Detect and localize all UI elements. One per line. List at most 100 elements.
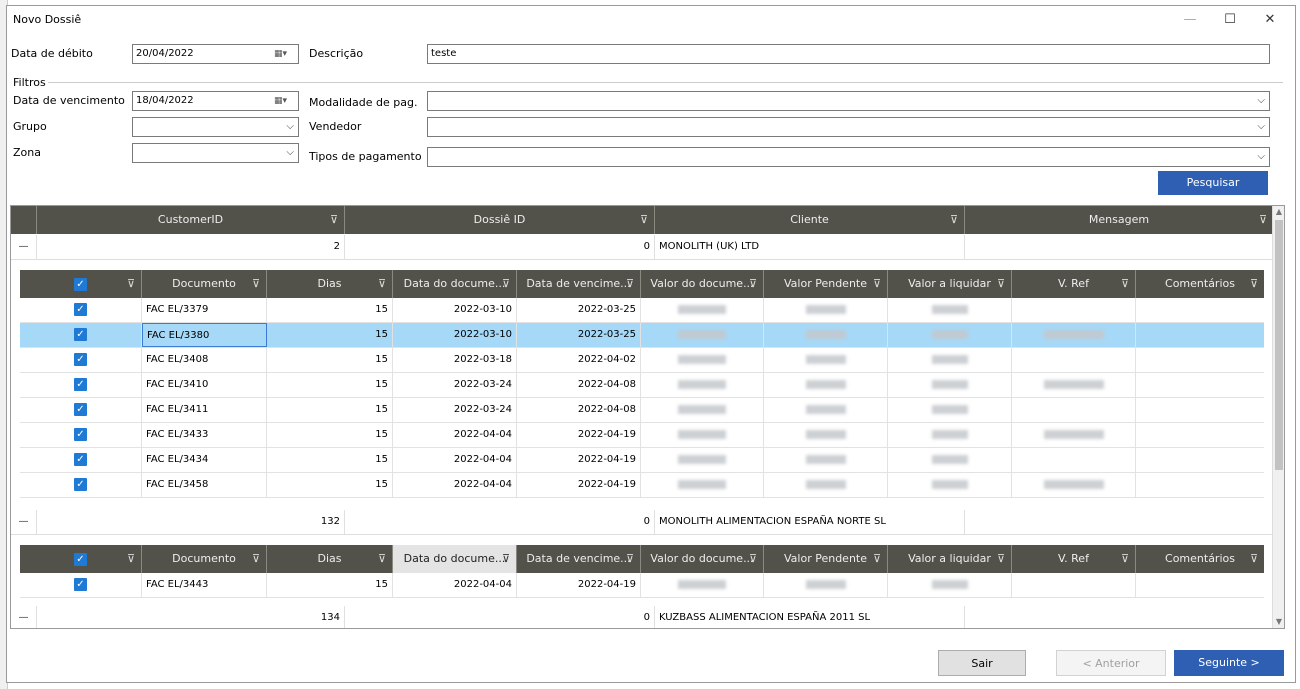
row-checkbox[interactable]: ✓ (74, 377, 87, 391)
table-row[interactable]: ✓ FAC EL/3433 15 2022-04-04 2022-04-19 (20, 423, 1264, 448)
exit-button[interactable]: Sair (938, 650, 1026, 676)
row-checkbox-cell[interactable]: ✓ (20, 373, 142, 397)
filter-icon[interactable]: ⊽ (950, 206, 958, 234)
column-header-due-date[interactable]: Data de vencime... ⊽ (517, 270, 641, 298)
column-header-dias[interactable]: Dias ⊽ (267, 545, 393, 573)
table-row[interactable]: ✓ FAC EL/3411 15 2022-03-24 2022-04-08 (20, 398, 1264, 423)
filter-icon[interactable]: ⊽ (626, 545, 634, 573)
row-checkbox[interactable]: ✓ (74, 577, 87, 591)
payment-mode-select[interactable]: ⌵ (427, 91, 1270, 111)
table-row[interactable]: ✓ FAC EL/3380 15 2022-03-10 2022-03-25 (20, 323, 1264, 348)
group-select[interactable]: ⌵ (132, 117, 299, 137)
column-header-comments[interactable]: Comentários ⊽ (1136, 270, 1264, 298)
table-row[interactable]: ✓ FAC EL/3408 15 2022-03-18 2022-04-02 (20, 348, 1264, 373)
column-header-vref[interactable]: V. Ref ⊽ (1012, 270, 1136, 298)
filter-icon[interactable]: ⊽ (1250, 545, 1258, 573)
filter-icon[interactable]: ⊽ (997, 270, 1005, 298)
select-all-header[interactable]: ✓ ⊽ (20, 270, 142, 298)
filter-icon[interactable]: ⊽ (997, 545, 1005, 573)
table-row-customer[interactable]: — 2 0 MONOLITH (UK) LTD (11, 235, 1273, 260)
column-header-due-date[interactable]: Data de vencime... ⊽ (517, 545, 641, 573)
filter-icon[interactable]: ⊽ (749, 270, 757, 298)
column-header-mensagem[interactable]: Mensagem ⊽ (965, 206, 1273, 234)
table-row[interactable]: ✓ FAC EL/3458 15 2022-04-04 2022-04-19 (20, 473, 1264, 498)
column-header-dossier-id[interactable]: Dossiê ID ⊽ (345, 206, 655, 234)
row-checkbox-cell[interactable]: ✓ (20, 473, 142, 497)
calendar-icon[interactable]: ▦▾ (274, 95, 294, 107)
table-row[interactable]: ✓ FAC EL/3379 15 2022-03-10 2022-03-25 (20, 298, 1264, 323)
column-header-doc-value[interactable]: Valor do docume... ⊽ (641, 545, 764, 573)
row-checkbox-cell[interactable]: ✓ (20, 448, 142, 472)
column-header-vref[interactable]: V. Ref ⊽ (1012, 545, 1136, 573)
row-checkbox-cell[interactable]: ✓ (20, 348, 142, 372)
select-all-header[interactable]: ✓ ⊽ (20, 545, 142, 573)
collapse-icon[interactable]: — (11, 606, 37, 628)
seller-select[interactable]: ⌵ (427, 117, 1270, 137)
filter-icon[interactable]: ⊽ (1121, 545, 1129, 573)
column-header-cliente[interactable]: Cliente ⊽ (655, 206, 965, 234)
row-checkbox[interactable]: ✓ (74, 327, 87, 341)
filter-icon[interactable]: ⊽ (252, 270, 260, 298)
row-checkbox[interactable]: ✓ (74, 427, 87, 441)
filter-icon[interactable]: ⊽ (502, 545, 510, 573)
column-header-pending[interactable]: Valor Pendente ⊽ (764, 545, 888, 573)
payment-types-select[interactable]: ⌵ (427, 147, 1270, 167)
row-checkbox-cell[interactable]: ✓ (20, 323, 142, 347)
row-checkbox-cell[interactable]: ✓ (20, 423, 142, 447)
column-header-customerid[interactable]: CustomerID ⊽ (37, 206, 345, 234)
table-row[interactable]: ✓ FAC EL/3410 15 2022-03-24 2022-04-08 (20, 373, 1264, 398)
description-field[interactable]: teste (427, 44, 1270, 64)
table-row-customer[interactable]: — 132 0 MONOLITH ALIMENTACION ESPAÑA NOR… (11, 510, 1273, 535)
column-header-doc-value[interactable]: Valor do docume... ⊽ (641, 270, 764, 298)
row-checkbox[interactable]: ✓ (74, 477, 87, 491)
filter-icon[interactable]: ⊽ (502, 270, 510, 298)
filter-icon[interactable]: ⊽ (378, 545, 386, 573)
next-button[interactable]: Seguinte > (1174, 650, 1284, 676)
debit-date-field[interactable]: 20/04/2022 ▦▾ (132, 44, 299, 64)
close-button[interactable]: ✕ (1250, 8, 1290, 32)
filter-icon[interactable]: ⊽ (1250, 270, 1258, 298)
filter-icon[interactable]: ⊽ (873, 545, 881, 573)
filter-icon[interactable]: ⊽ (626, 270, 634, 298)
maximize-button[interactable]: ☐ (1210, 8, 1250, 32)
scrollbar-thumb[interactable] (1275, 220, 1283, 470)
column-header-documento[interactable]: Documento ⊽ (142, 545, 267, 573)
due-date-field[interactable]: 18/04/2022 ▦▾ (132, 91, 299, 111)
column-header-documento[interactable]: Documento ⊽ (142, 270, 267, 298)
column-header-to-settle[interactable]: Valor a liquidar ⊽ (888, 545, 1012, 573)
select-all-checkbox[interactable]: ✓ (74, 277, 87, 291)
filter-icon[interactable]: ⊽ (873, 270, 881, 298)
filter-icon[interactable]: ⊽ (330, 206, 338, 234)
filter-icon[interactable]: ⊽ (749, 545, 757, 573)
column-header-doc-date[interactable]: Data do docume... ⊽ (393, 270, 517, 298)
row-checkbox[interactable]: ✓ (74, 302, 87, 316)
column-header-dias[interactable]: Dias ⊽ (267, 270, 393, 298)
column-header-pending[interactable]: Valor Pendente ⊽ (764, 270, 888, 298)
filter-icon[interactable]: ⊽ (1259, 206, 1267, 234)
filter-icon[interactable]: ⊽ (378, 270, 386, 298)
column-header-comments[interactable]: Comentários ⊽ (1136, 545, 1264, 573)
zone-select[interactable]: ⌵ (132, 143, 299, 163)
table-row-customer[interactable]: — 134 0 KUZBASS ALIMENTACION ESPAÑA 2011… (11, 606, 1273, 628)
search-button[interactable]: Pesquisar (1158, 171, 1268, 195)
collapse-icon[interactable]: — (11, 510, 37, 534)
vertical-scrollbar[interactable]: ▲ ▼ (1272, 206, 1284, 628)
collapse-icon[interactable]: — (11, 235, 37, 259)
row-checkbox-cell[interactable]: ✓ (20, 398, 142, 422)
calendar-icon[interactable]: ▦▾ (274, 48, 294, 60)
minimize-button[interactable]: — (1170, 8, 1210, 32)
table-row[interactable]: ✓ FAC EL/3443 15 2022-04-04 2022-04-19 (20, 573, 1264, 598)
row-checkbox-cell[interactable]: ✓ (20, 298, 142, 322)
row-checkbox[interactable]: ✓ (74, 452, 87, 466)
filter-icon[interactable]: ⊽ (127, 545, 135, 573)
previous-button[interactable]: < Anterior (1056, 650, 1166, 676)
row-checkbox[interactable]: ✓ (74, 402, 87, 416)
table-row[interactable]: ✓ FAC EL/3434 15 2022-04-04 2022-04-19 (20, 448, 1264, 473)
filter-icon[interactable]: ⊽ (1121, 270, 1129, 298)
filter-icon[interactable]: ⊽ (640, 206, 648, 234)
select-all-checkbox[interactable]: ✓ (74, 552, 87, 566)
scroll-up-icon[interactable]: ▲ (1273, 206, 1284, 218)
filter-icon[interactable]: ⊽ (252, 545, 260, 573)
column-header-doc-date[interactable]: Data do docume... ⊽ (393, 545, 517, 573)
row-checkbox-cell[interactable]: ✓ (20, 573, 142, 597)
